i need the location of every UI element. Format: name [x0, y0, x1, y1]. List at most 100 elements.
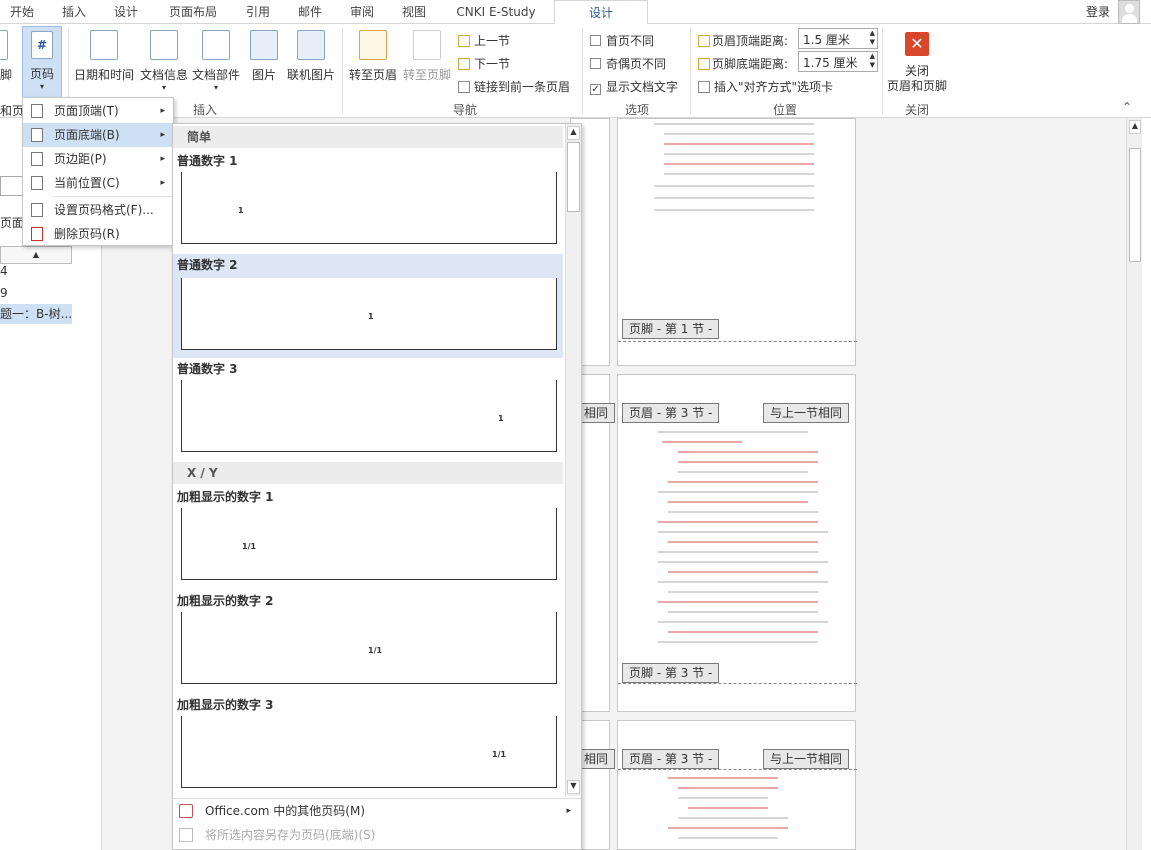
doc-info-button[interactable]: 文档信息 ▾: [138, 30, 190, 92]
menu-item-remove[interactable]: 删除页码(R): [23, 222, 173, 246]
same-as-prev-tag: 与上一节相同: [763, 403, 850, 423]
gallery-item-bold-3[interactable]: 加粗显示的数字 3 1/1: [173, 694, 563, 798]
menu-item-page-bottom[interactable]: 页面底端(B) ▸: [23, 123, 173, 147]
picture-button[interactable]: 图片: [246, 30, 282, 83]
footer-distance-icon: [698, 58, 710, 70]
gallery-item-bold-2[interactable]: 加粗显示的数字 2 1/1: [173, 590, 563, 694]
doc-parts-icon: [202, 30, 230, 60]
online-picture-button[interactable]: 联机图片: [284, 30, 338, 83]
scroll-down-icon[interactable]: ▼: [567, 780, 580, 794]
gallery-item-plain-3[interactable]: 普通数字 3 1: [173, 358, 563, 462]
goto-header-button[interactable]: 转至页眉: [346, 30, 400, 83]
gallery-preview: 1: [181, 172, 557, 244]
scroll-thumb[interactable]: [1129, 148, 1141, 262]
spinner-arrows-icon[interactable]: ▲ ▼: [870, 29, 875, 47]
toc-line: [654, 123, 814, 125]
next-section-button[interactable]: 下一节: [458, 55, 510, 72]
doc-scrollbar[interactable]: ▲: [1126, 118, 1142, 850]
toc-line: [654, 185, 814, 187]
tab-home[interactable]: 开始: [0, 0, 44, 24]
gallery-item-plain-2[interactable]: 普通数字 2 1: [173, 254, 563, 358]
picture-icon: [250, 30, 278, 60]
tab-cnki[interactable]: CNKI E-Study: [446, 0, 546, 24]
body-line: [678, 837, 778, 839]
doc-parts-button[interactable]: 文档部件 ▾: [190, 30, 242, 92]
tab-mailings[interactable]: 邮件: [288, 0, 332, 24]
prev-section-button[interactable]: 上一节: [458, 32, 510, 49]
link-prev-button[interactable]: 链接到前一条页眉: [458, 78, 570, 95]
page-bottom-icon: [31, 128, 43, 142]
login-link[interactable]: 登录: [1086, 3, 1110, 20]
collapse-up-icon[interactable]: ▲: [0, 246, 72, 264]
body-line: [658, 621, 828, 623]
page-number-mark: 1: [238, 206, 244, 215]
submenu-arrow-icon: ▸: [160, 154, 165, 164]
header-top-value: 1.5 厘米: [803, 33, 850, 47]
header-top-input[interactable]: 1.5 厘米 ▲ ▼: [798, 28, 878, 49]
scroll-up-icon[interactable]: ▲: [1129, 120, 1141, 134]
gallery-scrollbar[interactable]: ▲ ▼: [565, 124, 581, 796]
goto-header-label: 转至页眉: [348, 68, 397, 82]
body-line: [678, 451, 818, 453]
tab-references[interactable]: 引用: [236, 0, 280, 24]
footer-button-cut[interactable]: 脚: [0, 30, 16, 90]
separator: [882, 28, 883, 114]
footer-bottom-value: 1.75 厘米: [803, 56, 858, 70]
close-hf-button[interactable]: ✕ 关闭 页眉和页脚: [884, 32, 950, 94]
body-line: [668, 571, 818, 573]
nav-item[interactable]: 4: [0, 264, 8, 278]
menu-item-margins[interactable]: 页边距(P) ▸: [23, 147, 173, 171]
insert-align-tab-button[interactable]: 插入"对齐方式"选项卡: [698, 78, 833, 95]
page-number-button[interactable]: # 页码 ▾: [22, 26, 62, 98]
body-line: [678, 817, 788, 819]
tab-design[interactable]: 设计: [104, 0, 148, 24]
tab-review[interactable]: 审阅: [340, 0, 384, 24]
first-page-diff-checkbox[interactable]: 首页不同: [590, 32, 654, 49]
header-top-text: 页眉顶端距离:: [712, 34, 789, 48]
save-selection-item[interactable]: 将所选内容另存为页码(底端)(S): [173, 823, 581, 847]
menu-item-label: 删除页码(R): [54, 227, 120, 241]
odd-even-diff-checkbox[interactable]: 奇偶页不同: [590, 55, 666, 72]
header-section-3-tag: 页眉 - 第 3 节 -: [622, 749, 720, 769]
close-icon: ✕: [905, 32, 929, 56]
tab-hf-design[interactable]: 设计: [554, 0, 648, 25]
show-doc-text-checkbox[interactable]: ✓ 显示文档文字: [590, 78, 678, 95]
page-2: 页眉 - 第 3 节 - 与上一节相同 页脚 - 第 3 节 -: [617, 374, 857, 712]
tab-view[interactable]: 视图: [392, 0, 436, 24]
doc-info-icon: [150, 30, 178, 60]
scroll-up-icon[interactable]: ▲: [567, 126, 580, 140]
nav-item-selected[interactable]: 题一：B-树...: [0, 304, 72, 324]
checkbox-icon: [590, 35, 601, 46]
separator: [690, 28, 691, 114]
gallery-item-title: 普通数字 2: [177, 258, 238, 272]
more-page-numbers-item[interactable]: Office.com 中的其他页码(M) ▸: [173, 799, 581, 823]
body-line: [658, 561, 828, 563]
avatar[interactable]: [1118, 0, 1140, 24]
online-picture-label: 联机图片: [286, 68, 335, 82]
goto-footer-button[interactable]: 转至页脚: [400, 30, 454, 83]
header-divider: [618, 769, 857, 770]
body-line: [658, 531, 828, 533]
chevron-down-icon: ▾: [39, 82, 44, 91]
right-edge: [1142, 118, 1151, 850]
checkmark-icon: ✓: [590, 84, 601, 95]
menu-item-page-top[interactable]: 页面顶端(T) ▸: [23, 99, 173, 123]
gallery-item-plain-1[interactable]: 普通数字 1 1: [173, 150, 563, 254]
nav-item[interactable]: 9: [0, 286, 8, 300]
spinner-arrows-icon[interactable]: ▲ ▼: [870, 52, 875, 70]
tab-insert[interactable]: 插入: [52, 0, 96, 24]
tab-page-layout[interactable]: 页面布局: [158, 0, 228, 24]
header-distance-icon: [698, 35, 710, 47]
footer-bottom-input[interactable]: 1.75 厘米 ▲ ▼: [798, 51, 878, 72]
menu-item-format[interactable]: 设置页码格式(F)...: [23, 198, 173, 222]
body-line: [668, 511, 818, 513]
gallery-item-title: 普通数字 1: [177, 154, 238, 168]
date-time-button[interactable]: 日期和时间: [72, 30, 136, 83]
toc-line: [664, 173, 814, 175]
collapse-ribbon-icon[interactable]: ⌃: [1122, 100, 1132, 114]
scroll-thumb[interactable]: [567, 142, 580, 212]
gallery-item-bold-1[interactable]: 加粗显示的数字 1 1/1: [173, 486, 563, 590]
save-selection-label: 将所选内容另存为页码(底端)(S): [205, 828, 376, 842]
nav-pages-tab[interactable]: 页面: [0, 214, 24, 231]
menu-item-current-position[interactable]: 当前位置(C) ▸: [23, 171, 173, 195]
